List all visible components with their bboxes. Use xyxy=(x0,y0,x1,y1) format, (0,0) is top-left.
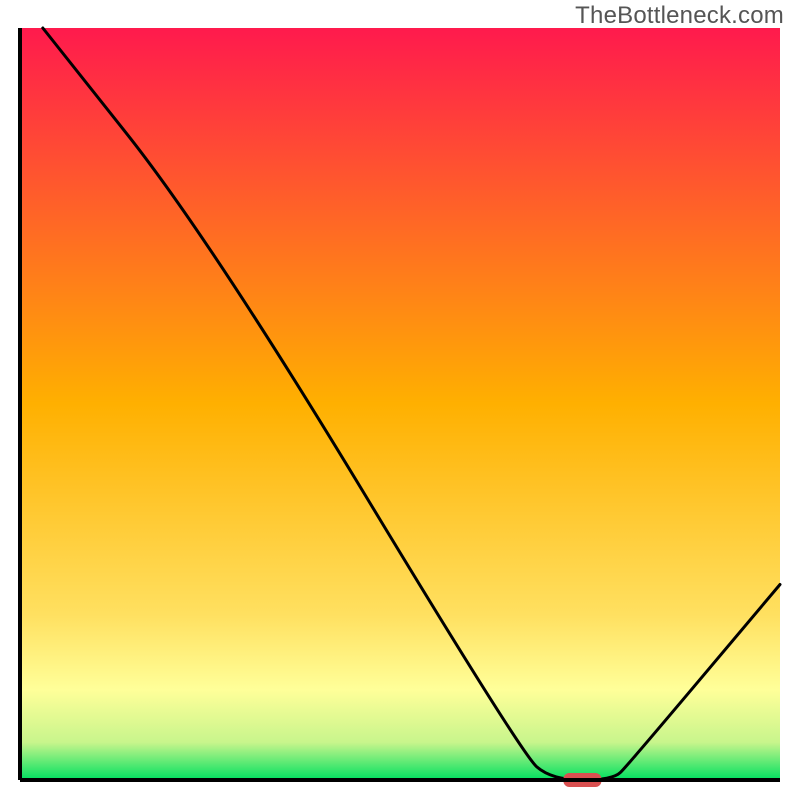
bottleneck-chart xyxy=(0,0,800,800)
watermark-label: TheBottleneck.com xyxy=(575,2,784,30)
chart-container: TheBottleneck.com xyxy=(0,0,800,800)
